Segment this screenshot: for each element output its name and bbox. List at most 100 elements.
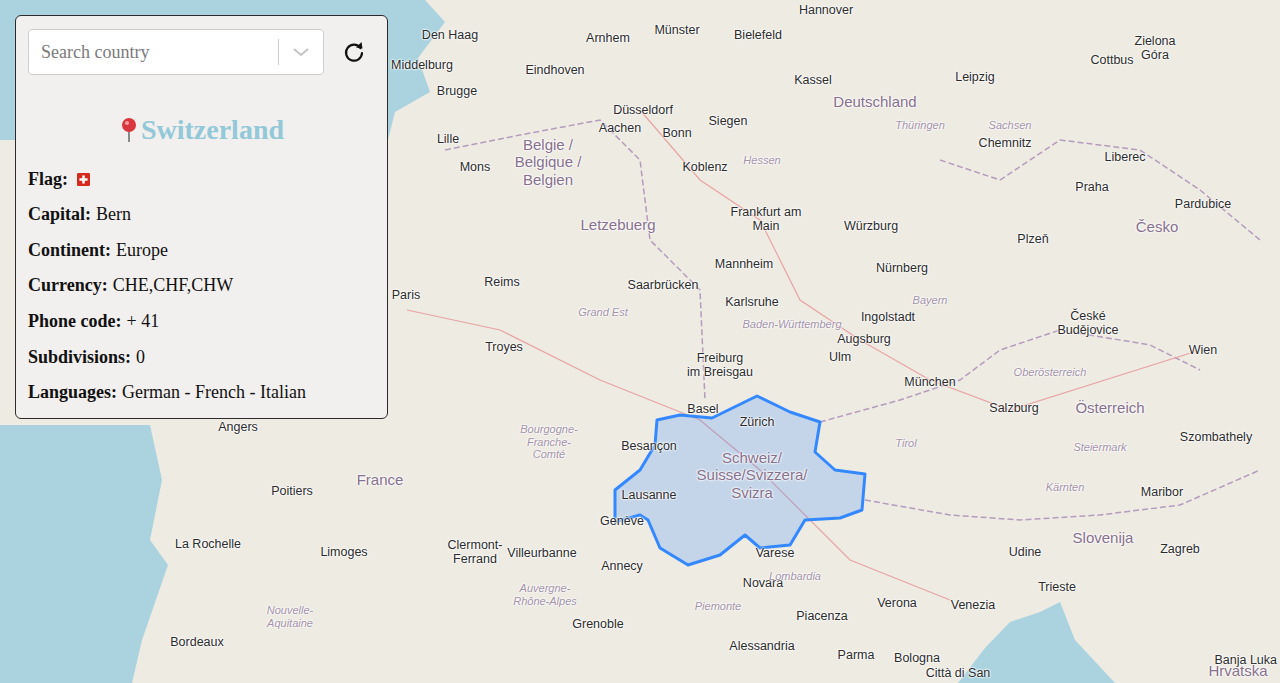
city-label: Pardubice	[1175, 197, 1231, 211]
info-value: + 41	[127, 311, 160, 333]
region-label: Grand Est	[578, 306, 628, 319]
info-value: CHE,CHF,CHW	[113, 275, 234, 297]
info-label: Subdivisions:	[28, 347, 131, 369]
city-label: Zielona Góra	[1135, 34, 1176, 63]
city-label: Poitiers	[271, 484, 313, 498]
info-row: Flag:	[28, 169, 375, 191]
region-label: Kärnten	[1046, 481, 1085, 494]
region-label: Auvergne- Rhône-Alpes	[513, 582, 577, 607]
city-label: Mannheim	[715, 257, 773, 271]
country-label: Česko	[1136, 218, 1179, 235]
city-label: Besançon	[621, 439, 677, 453]
city-label: Villeurbanne	[507, 546, 576, 560]
city-label: Bologna	[894, 651, 940, 665]
info-row: Languages:German - French - Italian	[28, 382, 375, 404]
country-label: Belgie / Belgique / Belgien	[515, 136, 582, 188]
city-label: Karlsruhe	[725, 295, 779, 309]
city-label: Zagreb	[1160, 542, 1200, 556]
city-label: Hannover	[799, 3, 853, 17]
city-label: La Rochelle	[175, 537, 241, 551]
region-label: Baden-Württemberg	[742, 318, 841, 331]
city-label: České Budějovice	[1057, 309, 1118, 338]
city-label: Ingolstadt	[861, 310, 915, 324]
info-label: Capital:	[28, 204, 91, 226]
refresh-icon[interactable]	[336, 34, 372, 70]
city-label: Szombathely	[1180, 430, 1252, 444]
city-label: Ulm	[829, 350, 851, 364]
city-label: Chemnitz	[979, 136, 1032, 150]
country-info-panel: Switzerland Flag: Capital:Bern Continent:E…	[15, 15, 388, 419]
country-outline[interactable]	[615, 396, 865, 565]
info-row: Continent:Europe	[28, 240, 375, 262]
country-label: Deutschland	[833, 93, 916, 110]
city-label: Verona	[877, 596, 917, 610]
city-label: Alessandria	[729, 639, 794, 653]
city-label: Banja Luka	[1214, 653, 1277, 667]
city-label: Koblenz	[682, 160, 727, 174]
country-label: Schweiz/ Suisse/Svizzera/ Svizra	[697, 449, 808, 501]
country-label: France	[357, 471, 404, 488]
info-label: Phone code:	[28, 311, 122, 333]
city-label: Saarbrücken	[628, 278, 699, 292]
city-label: Reims	[484, 275, 519, 289]
info-row: Phone code:+ 41	[28, 311, 375, 333]
city-label: Bonn	[662, 126, 691, 140]
info-value: Bern	[96, 204, 131, 226]
city-label: Eindhoven	[525, 63, 584, 77]
city-label: Frankfurt am Main	[731, 205, 802, 234]
country-label: Hrvatska	[1208, 663, 1267, 680]
city-label: Udine	[1009, 545, 1042, 559]
city-label: Wien	[1189, 343, 1217, 357]
city-label: Angers	[218, 420, 258, 434]
city-label: Münster	[654, 23, 699, 37]
city-label: Paris	[392, 288, 420, 302]
region-label: Thüringen	[895, 119, 945, 132]
city-label: Den Haag	[422, 28, 478, 42]
city-label: Annecy	[601, 559, 643, 573]
city-label: Middelburg	[391, 58, 453, 72]
region-label: Sachsen	[989, 119, 1032, 132]
map[interactable]: HannoverDen HaagArnhemMünsterBielefeldLe…	[0, 0, 1280, 683]
city-label: Bordeaux	[170, 635, 224, 649]
city-label: Parma	[838, 648, 875, 662]
city-label: Trieste	[1038, 580, 1076, 594]
city-label: Freiburg im Breisgau	[687, 351, 753, 380]
city-label: München	[904, 375, 955, 389]
city-label: Zürich	[740, 415, 775, 429]
city-label: Brugge	[437, 84, 477, 98]
city-label: Kassel	[794, 73, 832, 87]
search-separator	[278, 39, 279, 65]
city-label: Genève	[600, 514, 644, 528]
region-label: Nouvelle- Aquitaine	[267, 604, 313, 629]
region-label: Hessen	[743, 154, 780, 167]
city-label: Troyes	[485, 340, 523, 354]
pin-icon	[119, 117, 139, 143]
city-label: Nürnberg	[876, 261, 928, 275]
city-label: Cottbus	[1090, 53, 1133, 67]
city-label: Basel	[687, 402, 718, 416]
swiss-flag-icon	[77, 173, 90, 186]
chevron-down-icon[interactable]	[279, 46, 323, 58]
city-label: Leipzig	[955, 70, 995, 84]
info-value: Europe	[116, 240, 168, 262]
city-label: Venezia	[951, 598, 995, 612]
city-label: Arnhem	[586, 31, 630, 45]
region-label: Bayern	[913, 294, 948, 307]
city-label: Novara	[743, 576, 783, 590]
city-label: Plzeň	[1017, 232, 1048, 246]
country-search[interactable]	[28, 29, 324, 75]
city-label: Aachen	[599, 121, 641, 135]
info-label: Languages:	[28, 382, 117, 404]
info-label: Currency:	[28, 275, 108, 297]
region-label: Piemonte	[695, 600, 741, 613]
country-label: Slovenija	[1073, 529, 1134, 546]
city-label: Augsburg	[837, 332, 891, 346]
country-label: Österreich	[1075, 399, 1144, 416]
search-input[interactable]	[29, 39, 278, 66]
city-label: Würzburg	[844, 219, 898, 233]
city-label: Città di San	[926, 666, 991, 680]
city-label: Praha	[1075, 180, 1108, 194]
country-title: Switzerland	[28, 113, 375, 147]
city-label: Mons	[460, 160, 491, 174]
city-label: Siegen	[709, 114, 748, 128]
